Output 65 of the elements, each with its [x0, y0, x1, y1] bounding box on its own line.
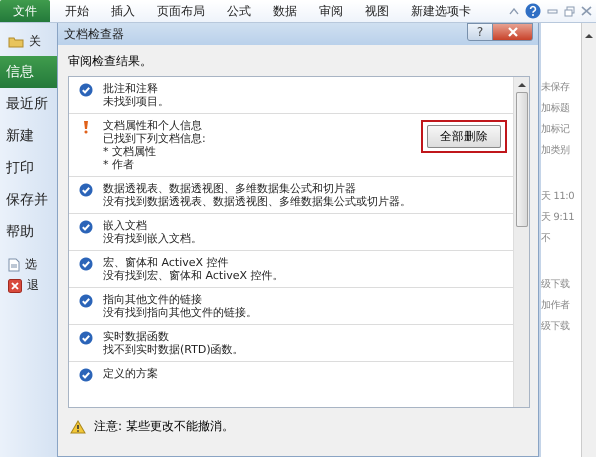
scrollbar[interactable] — [581, 23, 596, 457]
help-button[interactable]: ? — [467, 23, 493, 41]
backstage-item[interactable]: 退 — [0, 275, 57, 296]
backstage-item[interactable]: 选 — [0, 254, 57, 275]
property-text: 加类别 — [541, 144, 571, 158]
scrollbar[interactable] — [513, 77, 529, 407]
property-text: 天 11:0 — [541, 190, 576, 204]
backstage-item[interactable]: 帮助 — [0, 216, 57, 248]
ribbon-tab[interactable]: 新建选项卡 — [400, 0, 482, 22]
backstage-item[interactable]: 打印 — [0, 152, 57, 184]
dialog-title: 文档检查器 — [64, 26, 124, 42]
result-title: 数据透视表、数据透视图、多维数据集公式和切片器 — [103, 182, 357, 195]
scroll-up-icon[interactable] — [585, 33, 593, 39]
ribbon-tab[interactable]: 文件 — [0, 0, 50, 22]
warning-text: 注意: 某些更改不能撤消。 — [94, 418, 234, 435]
backstage-item[interactable]: 最近所 — [0, 88, 57, 120]
result-detail: 没有找到数据透视表、数据透视图、多维数据集公式或切片器。 — [103, 195, 411, 208]
backstage-item[interactable]: 新建 — [0, 120, 57, 152]
property-text: 未保存 — [541, 81, 571, 95]
property-text: 不 — [541, 232, 552, 246]
result-detail: 未找到项目。 — [103, 95, 169, 108]
result-title: 批注和注释 — [103, 82, 159, 95]
remove-all-button[interactable]: 全部删除 — [427, 125, 501, 148]
result-detail: 没有找到指向其他文件的链接。 — [103, 306, 257, 319]
help-icon[interactable] — [525, 3, 541, 19]
minimize-icon[interactable] — [547, 7, 558, 15]
close-icon — [506, 27, 518, 37]
result-title: 宏、窗体和 ActiveX 控件 — [103, 256, 230, 269]
document-icon — [8, 258, 20, 272]
folder-icon — [8, 35, 24, 48]
warning-icon — [70, 420, 86, 434]
results-heading: 审阅检查结果。 — [68, 53, 153, 70]
property-text: 加标题 — [541, 102, 571, 116]
ribbon-tab[interactable]: 公式 — [216, 0, 262, 22]
result-detail: * 作者 — [103, 158, 135, 171]
result-detail: 找不到实时数据(RTD)函数。 — [103, 343, 244, 356]
property-text: 加标记 — [541, 123, 571, 137]
ribbon-tab[interactable]: 插入 — [100, 0, 146, 22]
result-detail: 已找到下列文档信息: — [103, 132, 206, 145]
ribbon-tab[interactable]: 审阅 — [308, 0, 354, 22]
restore-icon[interactable] — [564, 6, 575, 16]
result-title: 定义的方案 — [103, 367, 158, 380]
result-title: 嵌入文档 — [103, 219, 148, 232]
ribbon-tab[interactable]: 视图 — [354, 0, 400, 22]
close-button[interactable] — [493, 23, 533, 41]
exit-icon — [8, 278, 22, 292]
property-text: 天 9:11 — [541, 211, 576, 225]
result-title: 实时数据函数 — [103, 330, 170, 343]
collapse-ribbon-icon[interactable] — [509, 7, 519, 15]
backstage-item[interactable]: 关 — [0, 31, 57, 52]
backstage-item[interactable]: 信息 — [0, 56, 57, 88]
property-text: 级下载 — [541, 320, 571, 334]
result-detail: 没有找到嵌入文档。 — [103, 232, 202, 245]
ribbon-tab[interactable]: 数据 — [262, 0, 308, 22]
ribbon-tab[interactable]: 开始 — [54, 0, 100, 22]
property-text: 加作者 — [541, 299, 571, 313]
backstage-item[interactable]: 保存并 — [0, 184, 57, 216]
result-detail: * 文档属性 — [103, 145, 157, 158]
ribbon-tab[interactable]: 页面布局 — [146, 0, 216, 22]
result-title: 文档属性和个人信息 — [103, 119, 203, 132]
result-title: 指向其他文件的链接 — [103, 293, 203, 306]
property-text: 级下载 — [541, 278, 571, 292]
result-detail: 没有找到宏、窗体和 ActiveX 控件。 — [103, 269, 284, 282]
close-icon[interactable] — [581, 6, 592, 16]
scroll-up-icon[interactable] — [518, 82, 526, 88]
